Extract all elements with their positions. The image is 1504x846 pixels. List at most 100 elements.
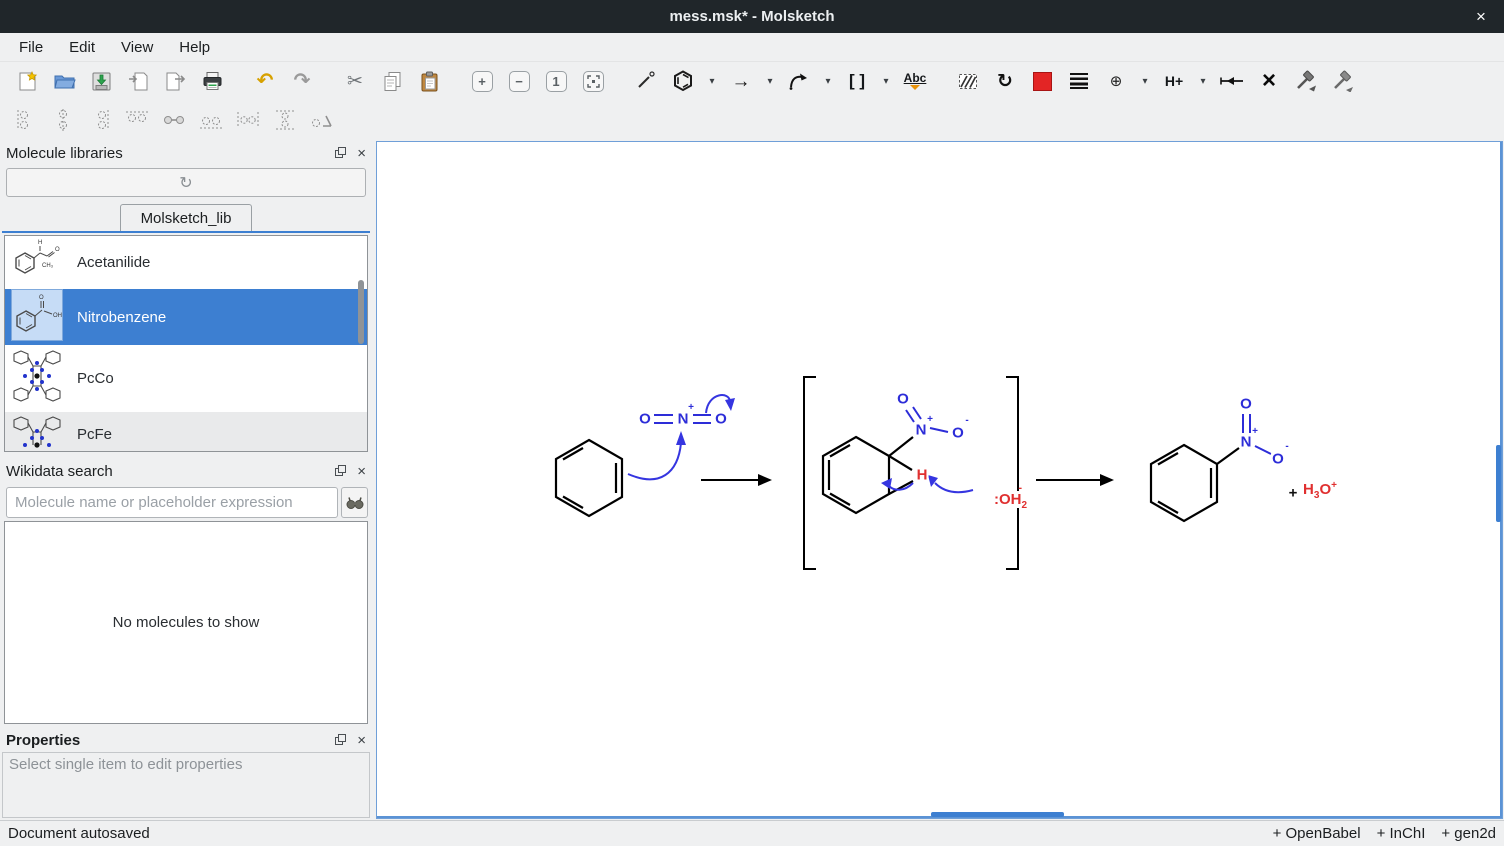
menu-edit[interactable]: Edit xyxy=(58,36,106,59)
align-right-button[interactable] xyxy=(86,107,114,133)
hydrogen-tool[interactable]: H+ xyxy=(1159,66,1189,96)
arrow-tool-caret-icon[interactable]: ▾ xyxy=(763,76,777,87)
wikidata-search-input[interactable] xyxy=(6,487,338,518)
zoom-in-icon: + xyxy=(472,71,493,92)
align-left-button[interactable] xyxy=(12,107,40,133)
ring-tool-caret-icon[interactable]: ▾ xyxy=(705,76,719,87)
rotate-tool[interactable]: ↻ xyxy=(990,66,1020,96)
close-panel-icon[interactable]: × xyxy=(357,146,366,161)
canvas-vscrollbar-thumb[interactable] xyxy=(1496,445,1501,522)
hammer-tool-alt-icon xyxy=(1331,70,1355,92)
export-icon xyxy=(164,70,187,93)
save-document-button[interactable] xyxy=(86,66,116,96)
align-left-icon xyxy=(15,108,37,132)
close-panel-icon[interactable]: × xyxy=(357,464,366,479)
align-bottom-button[interactable] xyxy=(197,107,225,133)
bracket-tool[interactable]: [ ] xyxy=(842,66,872,96)
float-panel-icon[interactable] xyxy=(335,465,347,477)
charge-tool-caret-icon[interactable]: ▾ xyxy=(1138,76,1152,87)
properties-panel: Properties × Select single item to edit … xyxy=(0,727,372,820)
cut-button[interactable]: ✂ xyxy=(340,66,370,96)
mechanism-arrow-tool[interactable] xyxy=(784,66,814,96)
redo-button[interactable]: ↷ xyxy=(287,66,317,96)
svg-text:H: H xyxy=(38,240,42,246)
bond-tool-icon xyxy=(635,70,657,92)
zoom-original-icon: 1 xyxy=(546,71,567,92)
zoom-original-button[interactable]: 1 xyxy=(541,66,571,96)
hatch-fill-tool[interactable] xyxy=(953,66,983,96)
color-swatch-button[interactable] xyxy=(1027,66,1057,96)
print-button[interactable] xyxy=(197,66,227,96)
reaction-arrow-tool[interactable]: → xyxy=(726,66,756,96)
menu-help[interactable]: Help xyxy=(168,36,221,59)
delete-tool[interactable]: × xyxy=(1254,66,1284,96)
charge-label: - xyxy=(965,416,968,426)
zoom-out-button[interactable]: − xyxy=(504,66,534,96)
distribute-vertical-icon xyxy=(273,108,297,132)
benzene-ring-icon xyxy=(671,69,695,93)
properties-title: Properties xyxy=(6,732,335,749)
charge-tool[interactable]: ⊕ xyxy=(1101,66,1131,96)
charge-label: + xyxy=(1331,480,1337,491)
atom-label: O xyxy=(714,412,728,427)
align-bottom-icon xyxy=(198,109,224,131)
refresh-libraries-button[interactable]: ↻ xyxy=(6,168,366,197)
list-item-acetanilide[interactable]: H O CH₃ Acetanilide xyxy=(5,236,367,289)
optimize-structure-button[interactable] xyxy=(1291,66,1321,96)
list-item-pcfe[interactable]: PcFe xyxy=(5,412,367,452)
optimize-structure-alt-button[interactable] xyxy=(1328,66,1358,96)
paste-button[interactable] xyxy=(414,66,444,96)
menu-file[interactable]: File xyxy=(8,36,54,59)
merge-molecules-button[interactable] xyxy=(160,107,188,133)
menu-view[interactable]: View xyxy=(110,36,164,59)
new-document-icon xyxy=(16,70,39,93)
distribute-vertical-button[interactable] xyxy=(271,107,299,133)
zoom-fit-button[interactable] xyxy=(578,66,608,96)
import-button[interactable] xyxy=(123,66,153,96)
lone-pair-icon xyxy=(1220,74,1244,88)
bracket-tool-caret-icon[interactable]: ▾ xyxy=(879,76,893,87)
svg-text:OH: OH xyxy=(53,313,62,319)
molecule-libraries-title: Molecule libraries xyxy=(6,145,335,162)
zoom-fit-icon xyxy=(583,71,604,92)
ring-tool[interactable] xyxy=(668,66,698,96)
set-angle-icon xyxy=(309,110,335,130)
library-list-scrollbar[interactable] xyxy=(358,280,364,344)
svg-text:CH₃: CH₃ xyxy=(42,263,54,269)
wikidata-search-button[interactable] xyxy=(341,487,368,518)
export-button[interactable] xyxy=(160,66,190,96)
nitrobenzene-thumbnail: O OH xyxy=(11,289,63,341)
canvas-hscrollbar-thumb[interactable] xyxy=(931,812,1064,817)
list-item-pcco[interactable]: PcCo xyxy=(5,345,367,412)
zoom-in-button[interactable]: + xyxy=(467,66,497,96)
svg-text:O: O xyxy=(39,295,44,301)
binoculars-icon xyxy=(346,496,364,509)
curved-arrow-icon xyxy=(787,69,811,93)
list-item-nitrobenzene[interactable]: O OH Nitrobenzene xyxy=(5,289,367,345)
set-angle-button[interactable] xyxy=(308,107,336,133)
atom-label: N xyxy=(1240,435,1253,450)
open-document-button[interactable] xyxy=(49,66,79,96)
water-label: :OH2- xyxy=(993,491,1028,508)
draw-bond-tool[interactable] xyxy=(631,66,661,96)
new-document-button[interactable] xyxy=(12,66,42,96)
float-panel-icon[interactable] xyxy=(335,734,347,746)
copy-icon xyxy=(381,70,404,93)
window-close-icon[interactable]: × xyxy=(1468,4,1494,30)
align-horizontal-center-button[interactable] xyxy=(49,107,77,133)
float-panel-icon[interactable] xyxy=(335,147,347,159)
undo-button[interactable]: ↶ xyxy=(250,66,280,96)
tab-molsketch-lib[interactable]: Molsketch_lib xyxy=(120,204,253,231)
hydrogen-tool-caret-icon[interactable]: ▾ xyxy=(1196,76,1210,87)
close-panel-icon[interactable]: × xyxy=(357,733,366,748)
distribute-horizontal-button[interactable] xyxy=(234,107,262,133)
drawing-canvas[interactable]: O N + O O N + O - H :OH2- O N + O - + H3… xyxy=(376,141,1503,819)
copy-button[interactable] xyxy=(377,66,407,96)
mechanism-arrow-caret-icon[interactable]: ▾ xyxy=(821,76,835,87)
align-top-button[interactable] xyxy=(123,107,151,133)
line-width-button[interactable] xyxy=(1064,66,1094,96)
pcfe-thumbnail xyxy=(11,411,63,452)
lone-pair-tool[interactable] xyxy=(1217,66,1247,96)
atom-label: O xyxy=(951,426,965,441)
text-tool[interactable]: Abc xyxy=(900,66,930,96)
